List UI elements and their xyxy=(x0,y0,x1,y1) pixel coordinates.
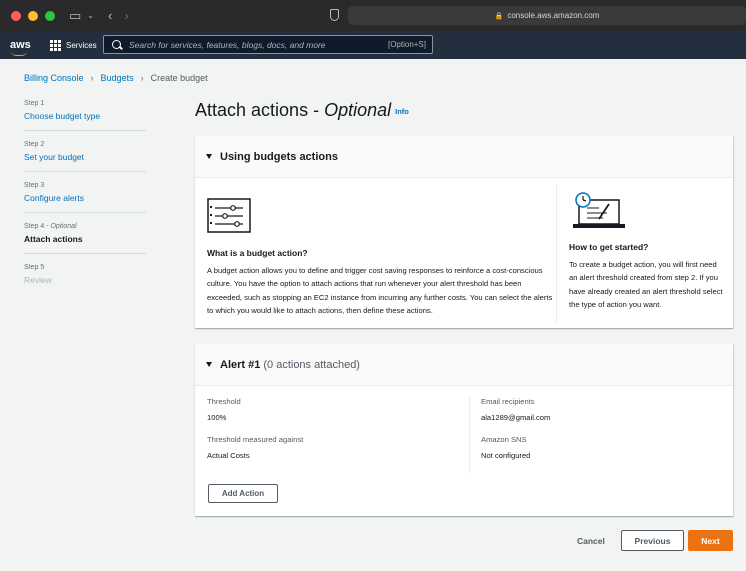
step-link-set-your-budget[interactable]: Set your budget xyxy=(24,152,146,162)
what-is-budget-action-title: What is a budget action? xyxy=(207,248,308,258)
maximize-window-button[interactable] xyxy=(45,10,55,21)
step-review-disabled: Review xyxy=(24,275,52,285)
next-button[interactable]: Next xyxy=(688,530,733,551)
wizard-step-3: Step 3 Configure alerts xyxy=(24,182,146,213)
alert-1-toggle[interactable]: Alert #1 (0 actions attached) xyxy=(195,344,733,386)
caret-down-icon xyxy=(206,154,212,159)
step-link-choose-budget-type[interactable]: Choose budget type xyxy=(24,111,146,121)
budget-action-explainer: What is a budget action? A budget action… xyxy=(195,184,557,322)
wizard-step-2: Step 2 Set your budget xyxy=(24,141,146,172)
threshold-value: 100% xyxy=(207,413,227,422)
info-link[interactable]: Info xyxy=(395,107,409,116)
grid-icon xyxy=(50,39,61,51)
search-placeholder: Search for services, features, blogs, do… xyxy=(129,39,326,50)
step-number: Step 1 xyxy=(24,100,45,107)
close-window-button[interactable] xyxy=(11,10,21,21)
using-budgets-actions-panel: Using budgets actions What is a budget a… xyxy=(195,136,733,328)
url-text: console.aws.amazon.com xyxy=(507,11,600,20)
wizard-steps: Step 1 Choose budget type Step 2 Set you… xyxy=(24,100,146,304)
step-number: Step 4 - Optional xyxy=(24,223,77,230)
amazon-sns-value: Not configured xyxy=(481,451,531,460)
amazon-sns-label: Amazon SNS xyxy=(481,435,527,444)
breadcrumb: Billing Console › Budgets › Create budge… xyxy=(24,73,208,83)
caret-down-icon xyxy=(206,362,212,367)
sidebar-toggle-icon[interactable]: ▭ xyxy=(69,8,81,24)
what-is-budget-action-text: A budget action allows you to define and… xyxy=(207,266,553,315)
lock-icon: 🔒 xyxy=(494,12,504,20)
aws-smile-icon xyxy=(11,51,27,56)
breadcrumb-budgets[interactable]: Budgets xyxy=(101,73,134,83)
search-input[interactable]: Search for services, features, blogs, do… xyxy=(103,35,433,54)
step-number: Step 2 xyxy=(24,141,45,148)
how-to-get-started-text: To create a budget action, you will firs… xyxy=(569,260,723,309)
alert-recipients-column: Email recipients ala1289@gmail.com Amazo… xyxy=(469,397,721,473)
browser-toolbar: ▭ ⌄ ‹ › 🔒 console.aws.amazon.com xyxy=(0,0,746,31)
step-number: Step 5 xyxy=(24,264,45,271)
how-to-get-started: How to get started? To create a budget a… xyxy=(557,178,733,328)
alert-1-panel: Alert #1 (0 actions attached) Threshold … xyxy=(195,344,733,516)
step-link-configure-alerts[interactable]: Configure alerts xyxy=(24,193,146,203)
minimize-window-button[interactable] xyxy=(28,10,38,21)
back-icon[interactable]: ‹ xyxy=(108,8,112,23)
how-to-get-started-title: How to get started? xyxy=(569,242,649,252)
page-title-optional: Optional xyxy=(324,100,392,120)
alert-title: Alert #1 xyxy=(220,358,261,371)
alert-threshold-column: Threshold 100% Threshold measured agains… xyxy=(207,397,469,473)
search-icon xyxy=(112,40,121,49)
chevron-down-icon[interactable]: ⌄ xyxy=(87,11,94,20)
step-optional-text: Optional xyxy=(50,223,77,230)
page-title-main: Attach actions - xyxy=(195,100,325,120)
step-number-text: Step 4 xyxy=(24,223,45,230)
alert-actions-count: (0 actions attached) xyxy=(263,358,360,371)
address-bar[interactable]: 🔒 console.aws.amazon.com xyxy=(348,6,746,25)
previous-button[interactable]: Previous xyxy=(621,530,684,551)
breadcrumb-create-budget: Create budget xyxy=(150,73,208,83)
window-controls xyxy=(11,10,55,21)
forward-icon[interactable]: › xyxy=(124,8,128,23)
measured-against-label: Threshold measured against xyxy=(207,435,304,444)
panel-title: Using budgets actions xyxy=(220,150,338,163)
settings-sliders-icon xyxy=(207,198,556,236)
page-title: Attach actions - Optional Info xyxy=(195,100,409,121)
chevron-right-icon: › xyxy=(90,73,94,83)
using-budgets-actions-toggle[interactable]: Using budgets actions xyxy=(195,136,733,178)
search-shortcut: [Option+S] xyxy=(387,40,426,49)
shield-icon[interactable] xyxy=(330,9,339,21)
wizard-step-5: Step 5 Review xyxy=(24,264,146,294)
aws-logo[interactable]: aws xyxy=(10,39,32,56)
add-action-button[interactable]: Add Action xyxy=(208,484,278,503)
wizard-step-1: Step 1 Choose budget type xyxy=(24,100,146,131)
email-recipients-value: ala1289@gmail.com xyxy=(481,413,551,422)
chevron-right-icon: › xyxy=(140,73,144,83)
breadcrumb-billing-console[interactable]: Billing Console xyxy=(24,73,84,83)
step-current-attach-actions: Attach actions xyxy=(24,234,83,244)
step-number: Step 3 xyxy=(24,182,45,189)
aws-top-nav: aws Services Search for services, featur… xyxy=(0,31,746,59)
wizard-step-4: Step 4 - Optional Attach actions xyxy=(24,223,146,254)
laptop-clock-icon xyxy=(569,192,723,230)
email-recipients-label: Email recipients xyxy=(481,397,535,406)
services-menu-button[interactable]: Services xyxy=(50,39,97,51)
measured-against-value: Actual Costs xyxy=(207,451,250,460)
services-label: Services xyxy=(66,40,97,50)
aws-logo-text: aws xyxy=(10,39,31,51)
cancel-button[interactable]: Cancel xyxy=(570,532,612,550)
threshold-label: Threshold xyxy=(207,397,241,406)
